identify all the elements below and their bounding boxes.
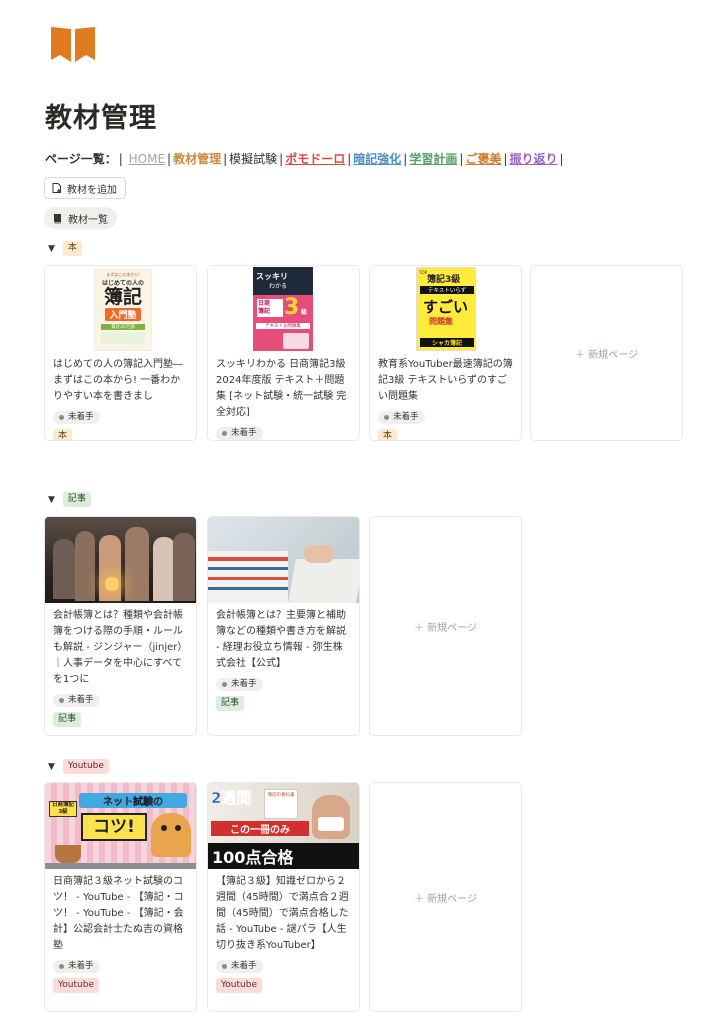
status-badge: 未着手 <box>53 960 100 973</box>
status-badge: 未着手 <box>53 694 100 707</box>
nav-label: ページ一覧： <box>45 152 117 166</box>
new-page-button[interactable]: ＋ 新規ページ <box>369 782 522 1012</box>
card-youtube-1[interactable]: 日商簿記 3級 ネット試験の コツ! 日商簿記３級ネット試験のコツ！ - YouT… <box>44 782 197 1012</box>
card-cover: まずはこの本から! はじめての人の 簿記 入門塾 累計20万部 <box>45 266 196 352</box>
card-title: 【簿記３級】知識ゼロから２週間（45時間）で満点合２週間（45時間）で満点合格し… <box>216 876 349 951</box>
nav-link-materials[interactable]: 教材管理 <box>173 152 221 166</box>
open-book-icon[interactable] <box>50 24 96 64</box>
group-tag: Youtube <box>62 759 109 774</box>
card-tag: 本 <box>378 429 398 440</box>
card-youtube-2[interactable]: 2週間 簿記の教科書 この一冊のみ 100点合格 【簿記３級】知識ゼロから２週間… <box>207 782 360 1012</box>
card-tag: Youtube <box>53 978 99 993</box>
status-badge: 未着手 <box>216 678 263 691</box>
new-page-button[interactable]: ＋ 新規ページ <box>530 265 683 441</box>
add-material-button[interactable]: 教材を追加 <box>44 177 126 199</box>
group-toggle-icon[interactable]: ▼ <box>48 244 55 254</box>
card-book-3[interactable]: TOP 簿記3級 テキストいらず すごい 問題集 シャカ簿記 教育系YouTub… <box>369 265 522 441</box>
card-title: スッキリわかる 日商簿記3級 2024年度版 テキスト＋問題集 [ネット試験・統… <box>216 359 347 418</box>
add-material-label: 教材を追加 <box>67 184 117 196</box>
card-tag: 記事 <box>216 696 245 711</box>
nav-link-memorize[interactable]: 暗記強化 <box>353 152 401 166</box>
nav-link-mock-exam[interactable]: 模擬試験 <box>229 152 277 166</box>
status-badge: 未着手 <box>216 427 263 440</box>
view-tab-label: 教材一覧 <box>68 214 108 226</box>
page-title: 教材管理 <box>45 103 157 134</box>
group-header-book: ▼ 本 <box>48 241 82 256</box>
nav-link-review[interactable]: 振り返り <box>509 152 557 166</box>
status-badge: 未着手 <box>216 960 263 973</box>
view-tab-material-list[interactable]: 教材一覧 <box>44 207 117 229</box>
card-tag: 本 <box>53 429 73 440</box>
new-page-icon <box>52 183 61 193</box>
card-tag: Youtube <box>216 978 262 993</box>
group-toggle-icon[interactable]: ▼ <box>48 495 55 505</box>
status-badge: 未着手 <box>378 411 425 424</box>
group-header-article: ▼ 記事 <box>48 492 91 507</box>
card-cover: スッキリ わかる 日商 簿記 3 級 テキスト＆問題集 <box>208 266 359 352</box>
group-tag: 本 <box>62 241 82 256</box>
new-page-button[interactable]: ＋ 新規ページ <box>369 516 522 736</box>
nav-link-pomodoro[interactable]: ポモドーロ <box>285 152 345 166</box>
card-title: はじめての人の簿記入門塾―まずはこの本から! 一番わかりやすい本を書きまし <box>53 359 183 402</box>
card-tag: 記事 <box>53 712 82 727</box>
card-book-2[interactable]: スッキリ わかる 日商 簿記 3 級 テキスト＆問題集 スッキリわかる 日商簿記3… <box>207 265 360 441</box>
card-cover: 2週間 簿記の教科書 この一冊のみ 100点合格 <box>208 783 359 869</box>
status-badge: 未着手 <box>53 411 100 424</box>
card-title: 会計帳簿とは？主要簿と補助簿などの種類や書き方を解説 - 経理お役立ち情報 - … <box>216 610 346 669</box>
group-header-youtube: ▼ Youtube <box>48 759 109 774</box>
card-title: 教育系YouTuber最速簿記の簿記3級 テキストいらずのすごい問題集 <box>378 359 513 402</box>
card-title: 会計帳簿とは？種類や会計帳簿をつける際の手順・ルールも解説 - ジンジャー（ji… <box>53 610 188 685</box>
card-cover: TOP 簿記3級 テキストいらず すごい 問題集 シャカ簿記 <box>370 266 521 352</box>
book-icon <box>54 213 61 223</box>
card-book-1[interactable]: まずはこの本から! はじめての人の 簿記 入門塾 累計20万部 はじめての人の簿… <box>44 265 197 441</box>
card-article-1[interactable]: 会計帳簿とは？種類や会計帳簿をつける際の手順・ルールも解説 - ジンジャー（ji… <box>44 516 197 736</box>
card-cover <box>208 517 359 603</box>
nav-link-study-plan[interactable]: 学習計画 <box>409 152 457 166</box>
page-nav: ページ一覧： | HOME | 教材管理 | 模擬試験 | ポモドーロ | 暗記強化 | 学習計画 | ご… <box>45 152 564 166</box>
group-tag: 記事 <box>62 492 91 507</box>
card-cover <box>45 517 196 603</box>
group-toggle-icon[interactable]: ▼ <box>48 762 55 772</box>
nav-link-home[interactable]: HOME <box>129 152 165 166</box>
card-cover: 日商簿記 3級 ネット試験の コツ! <box>45 783 196 869</box>
nav-link-reward[interactable]: ご褒美 <box>465 152 501 166</box>
card-article-2[interactable]: 会計帳簿とは？主要簿と補助簿などの種類や書き方を解説 - 経理お役立ち情報 - … <box>207 516 360 736</box>
card-title: 日商簿記３級ネット試験のコツ！ - YouTube - 【簿記・コツ！ - Yo… <box>53 876 184 951</box>
